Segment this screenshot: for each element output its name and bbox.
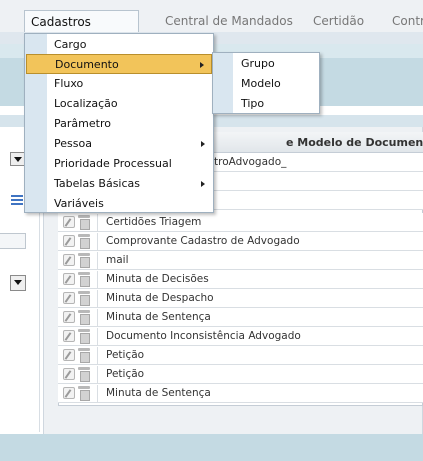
menu-item-cargo[interactable]: Cargo	[26, 35, 212, 55]
menu-item-parametro[interactable]: Parâmetro	[26, 114, 212, 134]
trash-icon[interactable]	[78, 272, 90, 287]
filter-select-2[interactable]	[10, 275, 26, 291]
row-label: Comprovante Cadastro de Advogado	[106, 235, 300, 247]
menu-item-label: Variáveis	[54, 197, 104, 210]
filter-input[interactable]	[0, 233, 26, 249]
trash-icon[interactable]	[78, 386, 90, 401]
edit-icon[interactable]	[63, 311, 75, 323]
trash-icon[interactable]	[78, 234, 90, 249]
row-label: Petição	[106, 368, 145, 380]
menu-item-variaveis[interactable]: Variáveis	[26, 194, 212, 214]
table-row[interactable]: Petição	[58, 365, 423, 384]
table-row[interactable]: Minuta de Despacho	[58, 289, 423, 308]
submenu-item-label: Tipo	[241, 97, 265, 110]
table-row[interactable]: Documento Inconsistência Advogado	[58, 327, 423, 346]
row-label: Minuta de Sentença	[106, 311, 211, 323]
trash-icon[interactable]	[78, 329, 90, 344]
table-row[interactable]: Certidões Triagem	[58, 213, 423, 232]
row-label: troAdvogado_	[214, 156, 287, 168]
edit-icon[interactable]	[63, 254, 75, 266]
chevron-down-icon	[14, 157, 22, 162]
submenu-item-modelo[interactable]: Modelo	[214, 74, 318, 94]
row-label: Minuta de Sentença	[106, 387, 211, 399]
menu-item-label: Localização	[54, 97, 118, 110]
table-row[interactable]: Petição	[58, 346, 423, 365]
list-lines-icon[interactable]	[11, 195, 23, 205]
row-label: mail	[106, 254, 129, 266]
menu-contr[interactable]: Contr	[392, 10, 423, 32]
row-label: Minuta de Despacho	[106, 292, 214, 304]
table-row[interactable]: Minuta de Decisões	[58, 270, 423, 289]
edit-icon[interactable]	[63, 368, 75, 380]
edit-icon[interactable]	[63, 330, 75, 342]
cadastros-basicos-dropdown: Cargo Documento Fluxo Localização Parâme…	[24, 33, 214, 213]
chevron-right-icon	[201, 181, 205, 187]
table-row[interactable]: Minuta de Sentença	[58, 384, 423, 403]
edit-icon[interactable]	[63, 216, 75, 228]
edit-icon[interactable]	[63, 273, 75, 285]
trash-icon[interactable]	[78, 367, 90, 382]
menu-item-label: Prioridade Processual	[54, 157, 172, 170]
trash-icon[interactable]	[78, 291, 90, 306]
menu-item-tabelas-basicas[interactable]: Tabelas Básicas	[26, 174, 212, 194]
chevron-down-icon	[14, 280, 22, 285]
menu-item-label: Pessoa	[54, 137, 92, 150]
menu-item-fluxo[interactable]: Fluxo	[26, 74, 212, 94]
menu-item-localizacao[interactable]: Localização	[26, 94, 212, 114]
edit-icon[interactable]	[63, 349, 75, 361]
menu-certidao[interactable]: Certidão	[313, 10, 364, 32]
menu-cadastros-basicos[interactable]: Cadastros Básicos	[24, 10, 139, 51]
submenu-item-tipo[interactable]: Tipo	[214, 94, 318, 114]
table-row[interactable]: mail	[58, 251, 423, 270]
menu-item-label: Cargo	[54, 38, 87, 51]
row-label: Petição	[106, 349, 145, 361]
table-row[interactable]: Minuta de Sentença	[58, 308, 423, 327]
trash-icon[interactable]	[78, 348, 90, 363]
table-row[interactable]: Comprovante Cadastro de Advogado	[58, 232, 423, 251]
submenu-item-label: Modelo	[241, 77, 281, 90]
menu-item-label: Fluxo	[54, 77, 84, 90]
submenu-item-grupo[interactable]: Grupo	[214, 54, 318, 74]
row-label: Certidões Triagem	[106, 216, 202, 228]
edit-icon[interactable]	[63, 387, 75, 399]
trash-icon[interactable]	[78, 215, 90, 230]
menu-item-pessoa[interactable]: Pessoa	[26, 134, 212, 154]
menu-item-label: Documento	[55, 58, 119, 71]
menu-item-prioridade-processual[interactable]: Prioridade Processual	[26, 154, 212, 174]
row-label: Documento Inconsistência Advogado	[106, 330, 301, 342]
footer-band	[0, 434, 423, 461]
menu-item-label: Parâmetro	[54, 117, 111, 130]
trash-icon[interactable]	[78, 253, 90, 268]
chevron-right-icon	[201, 141, 205, 147]
submenu-item-label: Grupo	[241, 57, 275, 70]
menu-item-documento[interactable]: Documento	[26, 54, 212, 74]
table-header-label: e Modelo de Documento	[286, 136, 423, 149]
chevron-right-icon	[200, 62, 204, 68]
menu-item-label: Tabelas Básicas	[54, 177, 141, 190]
documento-submenu: Grupo Modelo Tipo	[212, 52, 320, 114]
edit-icon[interactable]	[63, 235, 75, 247]
edit-icon[interactable]	[63, 292, 75, 304]
row-label: Minuta de Decisões	[106, 273, 209, 285]
menu-central-de-mandados[interactable]: Central de Mandados	[165, 10, 293, 32]
trash-icon[interactable]	[78, 310, 90, 325]
